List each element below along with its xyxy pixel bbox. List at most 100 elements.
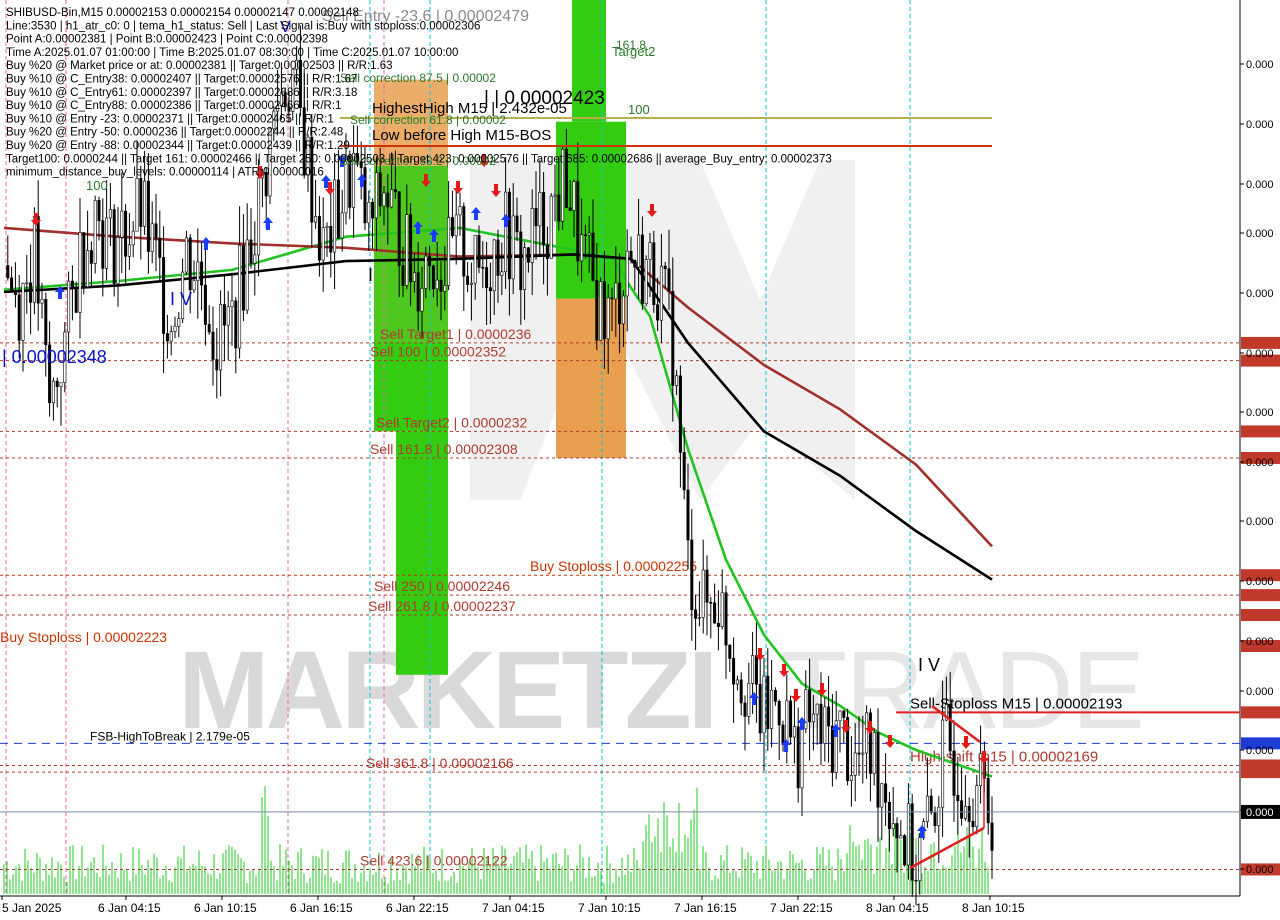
candle-body xyxy=(226,306,230,326)
level-tag-6 xyxy=(1241,609,1280,622)
candle-body xyxy=(215,359,219,371)
candle-body xyxy=(511,215,515,280)
candle-body xyxy=(10,277,14,292)
header-line-0: SHIBUSD-Bin,M15 0.00002153 0.00002154 0.… xyxy=(6,7,359,19)
candle-body xyxy=(336,179,340,239)
candle-body xyxy=(751,655,755,684)
candle-body xyxy=(59,382,63,388)
candle-body xyxy=(637,234,641,268)
candle-body xyxy=(504,191,508,273)
candle-body xyxy=(819,703,823,744)
candle-body xyxy=(956,795,960,801)
candle-body xyxy=(758,683,762,734)
candle-body xyxy=(431,265,435,290)
candle-body xyxy=(633,259,637,268)
candle-body xyxy=(424,255,428,289)
candle-body xyxy=(74,286,78,313)
candle-body xyxy=(143,180,147,227)
level-tag-2 xyxy=(1241,425,1280,438)
candle-body xyxy=(618,282,622,325)
candle-body xyxy=(325,226,329,229)
candle-body xyxy=(207,324,211,333)
candle-body xyxy=(530,208,534,263)
candle-body xyxy=(701,569,705,618)
candle-body xyxy=(595,280,599,341)
candle-body xyxy=(139,178,143,227)
y-tick-label-14: 0.000 xyxy=(1246,864,1274,876)
candle-body xyxy=(515,215,519,233)
candle-body xyxy=(70,280,74,288)
candle-body xyxy=(629,250,633,261)
candle-body xyxy=(393,189,397,193)
candle-body xyxy=(13,290,17,296)
y-tick-label-1: 0.000 xyxy=(1246,119,1274,131)
big-price-label: | | 0.00002423 xyxy=(484,88,605,109)
candle-body xyxy=(929,795,933,813)
candle-body xyxy=(713,602,717,624)
candle-body xyxy=(340,212,344,239)
candle-body xyxy=(644,259,648,304)
candle-body xyxy=(925,795,929,822)
candle-body xyxy=(496,239,500,276)
header-line-2: Point A:0.00002381 | Point B:0.00002423 … xyxy=(6,34,328,46)
price-chart[interactable]: MARKETZI TRADE Sell Target1 | 0.0000236Se… xyxy=(0,0,1280,920)
candle-body xyxy=(675,375,679,386)
candle-body xyxy=(131,230,135,246)
candle-body xyxy=(526,247,530,263)
candle-body xyxy=(781,724,785,744)
candle-body xyxy=(853,752,857,776)
candle-body xyxy=(971,821,975,828)
candle-body xyxy=(827,706,831,727)
level-tag-5 xyxy=(1241,589,1280,602)
candle-body xyxy=(89,250,93,264)
candle-body xyxy=(545,244,549,259)
candle-body xyxy=(78,232,82,313)
candle-body xyxy=(412,272,416,282)
candle-body xyxy=(811,713,815,723)
candle-body xyxy=(876,732,880,808)
candle-body xyxy=(188,237,192,291)
level-label-5: Sell 250 | 0.00002246 xyxy=(374,578,510,594)
candle-body xyxy=(116,237,120,284)
level-label-3: Sell 161.8 | 0.00002308 xyxy=(370,441,518,457)
level-tag-11 xyxy=(1241,766,1280,779)
candle-body xyxy=(732,658,736,685)
candle-body xyxy=(443,285,447,292)
header-line-5: Buy %10 @ C_Entry38: 0.00002407 || Targe… xyxy=(6,74,357,86)
candle-body xyxy=(842,710,846,718)
candle-body xyxy=(154,223,158,239)
candle-body xyxy=(485,267,489,288)
candle-body xyxy=(374,172,378,219)
candle-body xyxy=(367,201,371,224)
wave-iv-left: I V xyxy=(170,289,192,309)
candle-body xyxy=(25,282,29,285)
candle-body xyxy=(933,812,937,826)
header-line-12: minimum_distance_buy_levels: 0.00000114 … xyxy=(6,167,324,179)
last-price-tag-label: 0.000 xyxy=(1246,807,1274,819)
candle-body xyxy=(238,245,242,349)
candle-body xyxy=(257,177,261,256)
candle-body xyxy=(165,333,169,342)
candle-body xyxy=(580,234,584,262)
candle-body xyxy=(112,209,116,284)
candle-body xyxy=(477,235,481,268)
level-label-0: Sell Target1 | 0.0000236 xyxy=(380,326,531,342)
candle-body xyxy=(614,282,618,300)
candle-body xyxy=(857,752,861,755)
candle-body xyxy=(686,489,690,541)
candle-body xyxy=(435,279,439,290)
candle-body xyxy=(899,835,903,839)
candle-body xyxy=(534,208,538,227)
candle-body xyxy=(55,380,59,388)
candle-body xyxy=(591,232,595,281)
candle-body xyxy=(538,192,542,227)
candle-body xyxy=(792,726,796,738)
level-label-6: Sell 261.8 | 0.00002237 xyxy=(368,598,516,614)
candle-body xyxy=(557,194,561,222)
y-tick-label-9: 0.000 xyxy=(1246,576,1274,588)
candle-body xyxy=(51,380,55,404)
y-tick-label-7: 0.000 xyxy=(1246,457,1274,469)
candle-body xyxy=(469,282,473,285)
time-axis: 5 Jan 2025 6 Jan 04:15 6 Jan 10:15 6 Jan 16… xyxy=(1,896,1025,915)
candle-body xyxy=(86,250,90,288)
